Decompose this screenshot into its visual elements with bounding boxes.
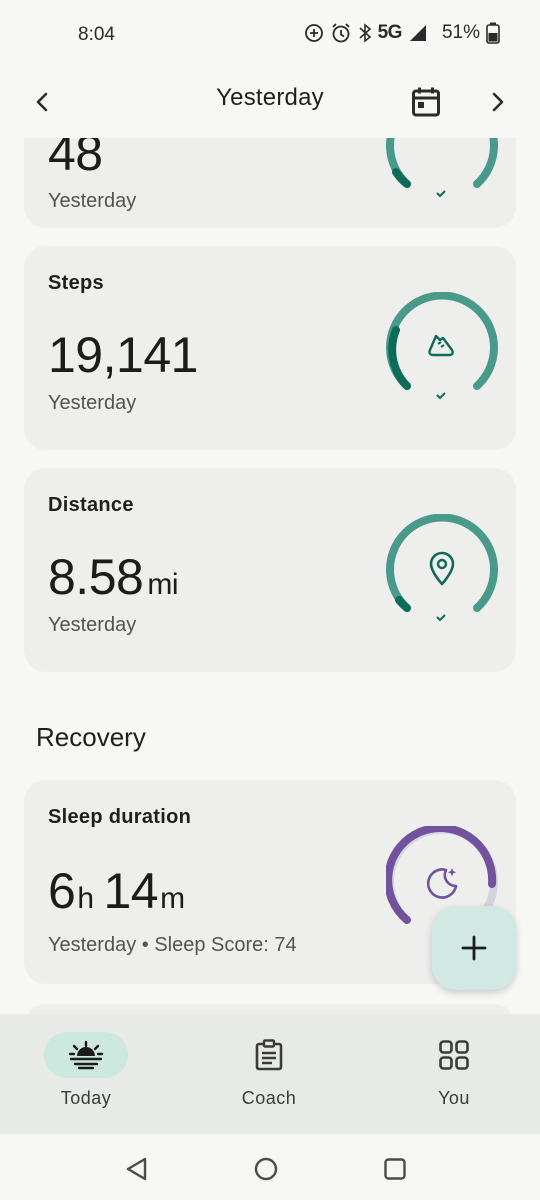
distance-unit: mi [147, 568, 178, 601]
sleep-minutes-unit: m [160, 882, 185, 915]
nav-you-label: You [438, 1088, 470, 1108]
nav-you[interactable]: You [389, 1032, 519, 1132]
partial-progress-ring [386, 138, 498, 198]
clipboard-icon [255, 1039, 283, 1071]
nav-today[interactable]: Today [21, 1032, 151, 1132]
sleep-hours: 6 [48, 863, 76, 919]
steps-value: 19,141 [48, 327, 198, 383]
location-pin-icon [429, 551, 455, 586]
steps-progress-ring [386, 292, 498, 400]
signal-icon [409, 25, 426, 41]
battery-icon [486, 22, 500, 44]
calendar-icon [412, 87, 440, 117]
top-app-bar: Yesterday [0, 70, 540, 138]
distance-card[interactable]: Distance 8.58 mi Yesterday [24, 468, 516, 672]
nav-coach-pill [227, 1032, 311, 1078]
network-type: 5G [377, 22, 403, 43]
moon-icon [426, 868, 458, 899]
steps-label: Steps [48, 272, 104, 294]
steps-card[interactable]: Steps 19,141 Yesterday [24, 246, 516, 450]
page-title: Yesterday [216, 84, 324, 111]
plus-icon [461, 935, 487, 961]
recovery-section-title: Recovery [36, 722, 146, 752]
sleep-hours-unit: h [77, 882, 94, 915]
bluetooth-icon [359, 23, 371, 43]
shoe-icon [428, 334, 454, 357]
sunrise-icon [68, 1040, 104, 1070]
next-day-button[interactable] [478, 82, 518, 122]
status-icons: 5G 51% [304, 22, 500, 44]
chevron-right-icon [492, 92, 504, 112]
system-back-button[interactable] [120, 1152, 154, 1186]
bottom-navigation: Today Coach You [0, 1014, 540, 1134]
partial-metric-card[interactable]: 48 Yesterday [24, 138, 516, 228]
distance-value-wrap: 8.58 mi [48, 548, 178, 606]
sleep-subtitle: Yesterday • Sleep Score: 74 [48, 934, 297, 956]
battery-percent: 51% [441, 22, 480, 43]
steps-subtitle: Yesterday [48, 392, 137, 414]
calendar-button[interactable] [406, 82, 446, 122]
distance-value: 8.58 [48, 549, 144, 605]
partial-card-subtitle: Yesterday [48, 190, 137, 212]
today-scroll-content[interactable]: 48 Yesterday Steps 19,141 Yesterday Dist… [0, 138, 540, 1014]
add-entry-button[interactable] [432, 906, 516, 990]
grid-icon [439, 1040, 469, 1070]
nav-today-pill [44, 1032, 128, 1078]
nav-coach-label: Coach [241, 1088, 297, 1108]
sleep-minutes: 14 [103, 863, 159, 919]
next-metric-card[interactable] [24, 1004, 516, 1014]
sleep-value-wrap: 6h 14m [48, 862, 185, 920]
sleep-label: Sleep duration [48, 806, 192, 828]
nav-coach[interactable]: Coach [204, 1032, 334, 1132]
distance-label: Distance [48, 494, 134, 516]
system-home-button[interactable] [249, 1152, 283, 1186]
alarm-icon [331, 23, 350, 43]
status-bar: 8:04 5G 51% [0, 0, 540, 70]
nav-today-label: Today [60, 1088, 112, 1108]
status-time: 8:04 [78, 24, 115, 45]
home-circle-icon [254, 1157, 278, 1181]
distance-subtitle: Yesterday [48, 614, 137, 636]
distance-progress-ring [386, 514, 498, 622]
system-recents-button[interactable] [378, 1152, 412, 1186]
system-navigation-bar [0, 1134, 540, 1200]
recents-square-icon [384, 1158, 406, 1180]
back-triangle-icon [126, 1157, 147, 1181]
nav-you-pill [412, 1032, 496, 1078]
data-saver-icon [304, 24, 323, 42]
partial-card-value: 48 [48, 138, 103, 181]
